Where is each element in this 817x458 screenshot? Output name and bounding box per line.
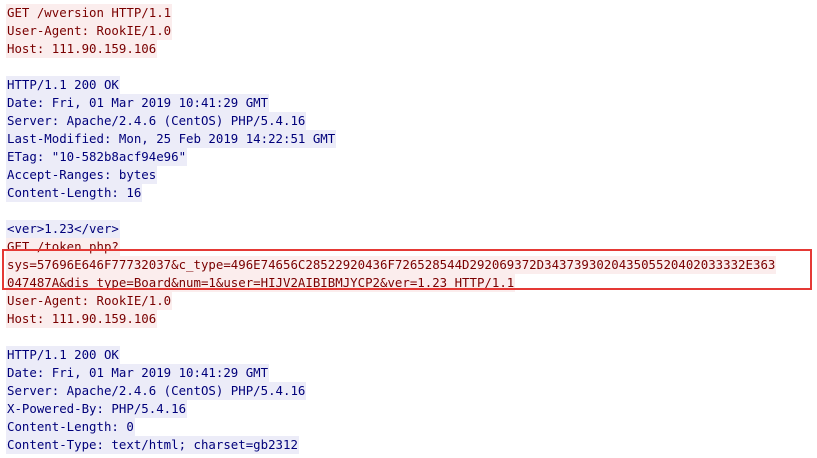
response-text: Content-Type: text/html; charset=gb2312 (6, 436, 299, 454)
response-line: Accept-Ranges: bytes (0, 166, 817, 184)
response-line: Date: Fri, 01 Mar 2019 10:41:29 GMT (0, 94, 817, 112)
request-text: 047487A&dis_type=Board&num=1&user=HIJV2A… (6, 274, 516, 292)
response-text: Last-Modified: Mon, 25 Feb 2019 14:22:51… (6, 130, 337, 148)
request-line: User-Agent: RookIE/1.0 (0, 22, 817, 40)
response-text: HTTP/1.1 200 OK (6, 346, 120, 364)
request-text: User-Agent: RookIE/1.0 (6, 22, 173, 40)
request-line: GET /wversion HTTP/1.1 (0, 4, 817, 22)
request-text: Host: 111.90.159.106 (6, 40, 158, 58)
response-text: Accept-Ranges: bytes (6, 166, 158, 184)
request-text: Host: 111.90.159.106 (6, 310, 158, 328)
request-text: GET /token.php? (6, 238, 120, 256)
response-text: Content-Length: 16 (6, 184, 143, 202)
response-text: Date: Fri, 01 Mar 2019 10:41:29 GMT (6, 94, 270, 112)
request-text: sys=57696E646F77732037&c_type=496E74656C… (6, 256, 777, 274)
response-text: HTTP/1.1 200 OK (6, 76, 120, 94)
response-line: Content-Length: 0 (0, 418, 817, 436)
response-line: HTTP/1.1 200 OK (0, 76, 817, 94)
response-line: X-Powered-By: PHP/5.4.16 (0, 400, 817, 418)
response-line: <ver>1.23</ver> (0, 220, 817, 238)
response-line: Date: Fri, 01 Mar 2019 10:41:29 GMT (0, 364, 817, 382)
response-line: ETag: "10-582b8acf94e96" (0, 148, 817, 166)
response-line: Content-Type: text/html; charset=gb2312 (0, 436, 817, 454)
request-line: Host: 111.90.159.106 (0, 310, 817, 328)
request-line: sys=57696E646F77732037&c_type=496E74656C… (0, 256, 817, 274)
request-text: User-Agent: RookIE/1.0 (6, 292, 173, 310)
response-text: ETag: "10-582b8acf94e96" (6, 148, 188, 166)
request-line: 047487A&dis_type=Board&num=1&user=HIJV2A… (0, 274, 817, 292)
request-text: GET /wversion HTTP/1.1 (6, 4, 173, 22)
request-line: Host: 111.90.159.106 (0, 40, 817, 58)
response-text: Content-Length: 0 (6, 418, 135, 436)
response-line: Content-Length: 16 (0, 184, 817, 202)
response-text: <ver>1.23</ver> (6, 220, 120, 238)
http-stream-view: GET /wversion HTTP/1.1 User-Agent: RookIE… (0, 4, 817, 454)
response-text: X-Powered-By: PHP/5.4.16 (6, 400, 188, 418)
response-line: HTTP/1.1 200 OK (0, 346, 817, 364)
request-line: User-Agent: RookIE/1.0 (0, 292, 817, 310)
response-line: Last-Modified: Mon, 25 Feb 2019 14:22:51… (0, 130, 817, 148)
response-text: Date: Fri, 01 Mar 2019 10:41:29 GMT (6, 364, 270, 382)
response-line: Server: Apache/2.4.6 (CentOS) PHP/5.4.16 (0, 382, 817, 400)
response-text: Server: Apache/2.4.6 (CentOS) PHP/5.4.16 (6, 112, 307, 130)
response-line: Server: Apache/2.4.6 (CentOS) PHP/5.4.16 (0, 112, 817, 130)
request-line: GET /token.php? (0, 238, 817, 256)
response-text: Server: Apache/2.4.6 (CentOS) PHP/5.4.16 (6, 382, 307, 400)
